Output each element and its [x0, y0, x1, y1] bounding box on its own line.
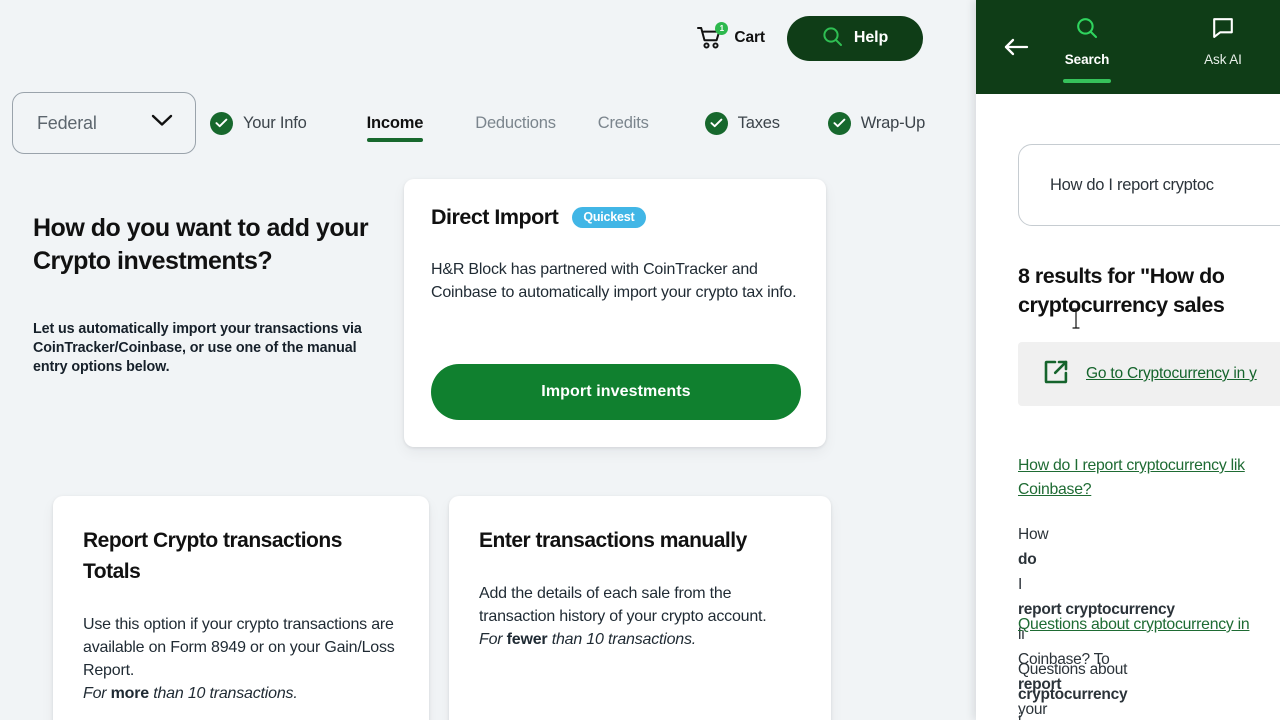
back-arrow-icon[interactable] [1003, 36, 1029, 58]
enter-manually-title: Enter transactions manually [479, 529, 747, 552]
cart-label: Cart [734, 29, 765, 46]
report-totals-note-3: than 10 transactions. [148, 685, 298, 702]
sidebar-item-wrap-up[interactable]: Wrap-Up [827, 92, 926, 154]
status-badge: Quickest [572, 207, 646, 228]
enter-manually-card[interactable]: Enter transactions manually Add the deta… [449, 496, 831, 720]
search-results-heading: 8 results for "How do cryptocurrency sal… [1018, 262, 1280, 320]
cart-button[interactable]: 1 Cart [697, 22, 765, 50]
chevron-down-icon [151, 114, 173, 132]
help-label: Help [853, 29, 889, 46]
enter-manually-note: For fewer than 10 transactions. [479, 628, 801, 651]
direct-import-body: H&R Block has partnered with CoinTracker… [431, 261, 797, 301]
step-tabs: Your Info Income Deductions Credits Taxe… [210, 92, 925, 154]
enter-manually-body: Add the details of each sale from the tr… [479, 582, 801, 651]
go-to-cryptocurrency-label: Go to Cryptocurrency in y [1086, 365, 1257, 382]
main-content-area: 1 Cart Help Federal Your Info Income Ded… [0, 0, 976, 720]
direct-import-title: Direct Import [431, 205, 559, 229]
report-totals-text: Use this option if your crypto transacti… [83, 616, 395, 679]
tab-ask-ai[interactable]: Ask AI [1182, 16, 1264, 81]
direct-import-title-row: Direct Import Quickest [431, 205, 799, 230]
jurisdiction-select[interactable]: Federal [12, 92, 196, 154]
snippet-highlight: cryptocurrency [1018, 686, 1128, 703]
enter-manually-note-emphasis: fewer [506, 631, 548, 648]
tab-search-label: Search [1064, 52, 1110, 67]
chat-bubble-icon [1211, 16, 1235, 45]
enter-manually-note-3: than 10 transactions. [547, 631, 697, 648]
report-totals-body: Use this option if your crypto transacti… [83, 613, 399, 705]
result-title-line-1: Questions about cryptocurrency in [1018, 616, 1250, 633]
snippet-text: Questions about [1018, 661, 1128, 678]
report-totals-card[interactable]: Report Crypto transactions Totals Use th… [53, 496, 429, 720]
step-label: Wrap-Up [860, 113, 926, 132]
page-subcopy: Let us automatically import your transac… [33, 321, 362, 375]
sidebar-item-taxes[interactable]: Taxes [704, 92, 780, 154]
search-icon [1075, 16, 1099, 45]
sidebar-item-income[interactable]: Income [366, 92, 424, 154]
results-heading-line-1: 8 results for "How do [1018, 264, 1225, 288]
search-input[interactable]: How do I report cryptoc ✕ [1018, 144, 1280, 226]
result-title-line-1: How do I report cryptocurrency lik [1018, 457, 1245, 474]
snippet-text: I [1018, 576, 1023, 593]
snippet-highlight: do [1018, 551, 1037, 568]
enter-manually-note-1: For [479, 631, 507, 648]
sidebar-item-credits[interactable]: Credits [598, 92, 649, 154]
result-title-link[interactable]: Questions about cryptocurrency in [1018, 613, 1280, 637]
result-title-link[interactable]: How do I report cryptocurrency lik Coinb… [1018, 454, 1280, 502]
check-circle-icon [210, 111, 233, 135]
go-to-cryptocurrency-link[interactable]: Go to Cryptocurrency in y [1018, 342, 1280, 406]
result-snippet: Questions about cryptocurrency i What is… [1018, 657, 1280, 720]
step-label: Taxes [737, 113, 780, 132]
check-circle-icon [704, 111, 728, 135]
check-circle-icon [827, 111, 851, 135]
report-totals-note-1: For [83, 685, 111, 702]
shopping-cart-icon: 1 [697, 22, 729, 50]
page-title: How do you want to add your Crypto inves… [33, 214, 369, 275]
workflow-nav: Federal Your Info Income Deductions Cred… [0, 92, 976, 154]
import-investments-button[interactable]: Import investments [431, 364, 801, 420]
tab-search[interactable]: Search [1046, 16, 1128, 83]
cart-badge-count: 1 [715, 22, 729, 35]
app-root: 1 Cart Help Federal Your Info Income Ded… [0, 0, 1280, 720]
report-totals-note: For more than 10 transactions. [83, 682, 399, 705]
top-utility-bar: 1 Cart Help [0, 0, 976, 76]
external-link-icon [1042, 358, 1070, 391]
help-side-panel: Search Ask AI How do I report cryptoc ✕ … [976, 0, 1280, 720]
step-label: Deductions [475, 113, 556, 132]
results-heading-line-2: cryptocurrency sales [1018, 293, 1225, 317]
tab-ask-ai-label: Ask AI [1204, 52, 1242, 67]
panel-tab-list: Search Ask AI [1046, 16, 1264, 83]
report-totals-title: Report Crypto transactions Totals [83, 529, 342, 583]
search-icon [822, 26, 843, 50]
help-button[interactable]: Help [787, 15, 923, 61]
sidebar-item-deductions[interactable]: Deductions [475, 92, 556, 154]
step-label: Credits [597, 113, 649, 132]
snippet-text: How [1018, 526, 1049, 543]
step-label: Income [366, 113, 424, 132]
result-title-line-2: Coinbase? [1018, 481, 1092, 498]
jurisdiction-value: Federal [37, 112, 97, 133]
direct-import-card: Direct Import Quickest H&R Block has par… [404, 179, 826, 447]
result-snippet-line-1: Questions about cryptocurrency i [1018, 657, 1280, 720]
sidebar-item-your-info[interactable]: Your Info [210, 92, 307, 154]
step-label: Your Info [243, 113, 307, 132]
panel-header: Search Ask AI [976, 0, 1280, 94]
snippet-text: i [1018, 711, 1022, 720]
list-item: Questions about cryptocurrency in Questi… [1018, 613, 1280, 720]
search-input-value: How do I report cryptoc [1050, 175, 1214, 194]
enter-manually-text: Add the details of each sale from the tr… [479, 585, 767, 625]
report-totals-note-emphasis: more [110, 685, 150, 702]
